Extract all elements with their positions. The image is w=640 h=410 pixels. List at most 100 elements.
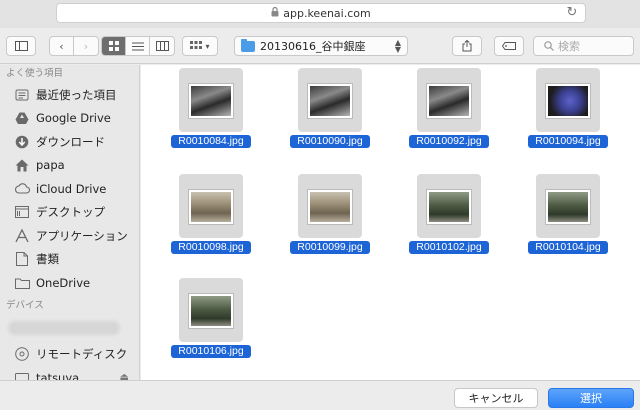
photo-preview xyxy=(310,192,350,222)
image-thumbnail xyxy=(307,189,353,225)
tag-icon xyxy=(502,42,516,50)
arrange-icon xyxy=(190,41,203,49)
file-thumbnail-selection[interactable] xyxy=(417,174,481,238)
nav-buttons: ‹ › xyxy=(49,36,99,56)
file-item[interactable]: R0010106.jpg xyxy=(171,276,251,360)
file-thumbnail-selection[interactable] xyxy=(298,174,362,238)
sidebar-item-icloud[interactable]: iCloud Drive xyxy=(0,177,139,201)
file-thumbnail-selection[interactable] xyxy=(179,278,243,342)
file-item[interactable]: R0010090.jpg xyxy=(290,66,370,150)
file-dialog-toolbar: ‹ › ▾ 20130616_谷中銀座 ▲ ▼ xyxy=(0,28,640,64)
remote-disc-icon xyxy=(14,346,30,362)
sidebar-item-documents[interactable]: 書類 xyxy=(0,248,139,272)
hidden-device-item xyxy=(8,320,120,335)
list-icon xyxy=(131,42,144,50)
column-view-button[interactable] xyxy=(150,37,174,55)
file-thumbnail-selection[interactable] xyxy=(298,68,362,132)
applications-icon xyxy=(14,228,30,244)
file-item[interactable]: R0010102.jpg xyxy=(409,172,489,256)
file-thumbnail-selection[interactable] xyxy=(179,68,243,132)
search-field[interactable] xyxy=(533,36,634,56)
view-mode-segment xyxy=(101,36,175,56)
documents-icon xyxy=(14,251,30,267)
file-item[interactable]: R0010092.jpg xyxy=(409,66,489,150)
list-view-button[interactable] xyxy=(126,37,150,55)
cancel-button[interactable]: キャンセル xyxy=(454,388,538,408)
sidebar-item-label: ダウンロード xyxy=(36,134,105,149)
file-name-label: R0010099.jpg xyxy=(290,241,370,254)
sidebar-item-home[interactable]: papa xyxy=(0,154,139,178)
desktop-icon xyxy=(14,204,30,220)
sidebar-item-google-drive[interactable]: Google Drive xyxy=(0,107,139,131)
folder-icon xyxy=(241,38,255,52)
share-button[interactable] xyxy=(452,36,482,56)
photo-preview xyxy=(191,192,231,222)
select-button[interactable]: 選択 xyxy=(548,388,634,408)
sidebar-item-onedrive[interactable]: OneDrive xyxy=(0,271,139,295)
reload-icon[interactable]: ↻ xyxy=(565,6,579,20)
sidebar-item-tatsuya[interactable]: tatsuya ⏏ xyxy=(0,366,139,380)
image-thumbnail xyxy=(426,189,472,225)
sidebar-item-label: tatsuya xyxy=(36,370,80,380)
file-name-label: R0010098.jpg xyxy=(171,241,251,254)
image-thumbnail xyxy=(188,293,234,329)
file-item[interactable]: R0010084.jpg xyxy=(171,66,251,150)
file-item[interactable]: R0010094.jpg xyxy=(528,66,608,150)
address-bar: app.keenai.com ↻ xyxy=(0,0,640,28)
chevron-right-icon: › xyxy=(83,39,89,53)
file-item[interactable]: R0010099.jpg xyxy=(290,172,370,256)
sidebar-item-remote-disc[interactable]: リモートディスク xyxy=(0,343,139,367)
photo-preview xyxy=(429,86,469,116)
sidebar-icon xyxy=(14,41,28,51)
file-name-label: R0010102.jpg xyxy=(409,241,489,254)
search-icon xyxy=(544,41,554,51)
sidebar: よく使う項目 最近使った項目 Google Drive ダウンロード papa … xyxy=(0,65,140,380)
search-input[interactable] xyxy=(558,39,628,53)
sidebar-item-recents[interactable]: 最近使った項目 xyxy=(0,83,139,107)
current-folder-label: 20130616_谷中銀座 xyxy=(260,40,366,53)
devices-header: デバイス xyxy=(6,299,44,311)
recent-icon xyxy=(14,87,30,103)
sidebar-item-label: papa xyxy=(36,158,65,173)
photo-preview xyxy=(548,86,588,116)
file-thumbnail-selection[interactable] xyxy=(536,174,600,238)
share-icon xyxy=(462,40,472,52)
file-thumbnail-selection[interactable] xyxy=(179,174,243,238)
photo-preview xyxy=(548,192,588,222)
file-item[interactable]: R0010098.jpg xyxy=(171,172,251,256)
sidebar-item-label: デスクトップ xyxy=(36,205,105,220)
url-field[interactable]: app.keenai.com ↻ xyxy=(56,3,586,23)
path-popup[interactable]: 20130616_谷中銀座 ▲ ▼ xyxy=(234,36,408,56)
google-drive-icon xyxy=(14,110,30,126)
grid-icon xyxy=(108,41,119,51)
home-icon xyxy=(14,157,30,173)
sidebar-item-label: 書類 xyxy=(36,252,59,267)
group-by-button[interactable]: ▾ xyxy=(182,36,218,56)
file-name-label: R0010104.jpg xyxy=(528,241,608,254)
eject-icon[interactable]: ⏏ xyxy=(120,372,129,380)
image-thumbnail xyxy=(188,83,234,119)
favorites-header: よく使う項目 xyxy=(6,68,64,79)
file-name-label: R0010090.jpg xyxy=(290,135,370,148)
file-thumbnail-selection[interactable] xyxy=(417,68,481,132)
forward-button[interactable]: › xyxy=(74,37,98,55)
sidebar-toggle-button[interactable] xyxy=(6,36,36,56)
columns-icon xyxy=(155,41,169,51)
sidebar-item-label: iCloud Drive xyxy=(36,181,107,196)
tags-button[interactable] xyxy=(494,36,524,56)
back-button[interactable]: ‹ xyxy=(50,37,74,55)
sidebar-item-label: OneDrive xyxy=(36,275,91,290)
file-item[interactable]: R0010104.jpg xyxy=(528,172,608,256)
sidebar-item-label: Google Drive xyxy=(36,111,111,126)
sidebar-item-downloads[interactable]: ダウンロード xyxy=(0,130,139,154)
sidebar-item-label: アプリケーション xyxy=(36,228,128,243)
sidebar-item-desktop[interactable]: デスクトップ xyxy=(0,201,139,225)
photo-preview xyxy=(429,192,469,222)
image-thumbnail xyxy=(426,83,472,119)
file-thumbnail-selection[interactable] xyxy=(536,68,600,132)
sidebar-item-applications[interactable]: アプリケーション xyxy=(0,224,139,248)
chevron-down-icon: ▾ xyxy=(205,41,210,51)
icon-view-button[interactable] xyxy=(102,37,126,55)
download-icon xyxy=(14,134,30,150)
photo-preview xyxy=(191,296,231,326)
